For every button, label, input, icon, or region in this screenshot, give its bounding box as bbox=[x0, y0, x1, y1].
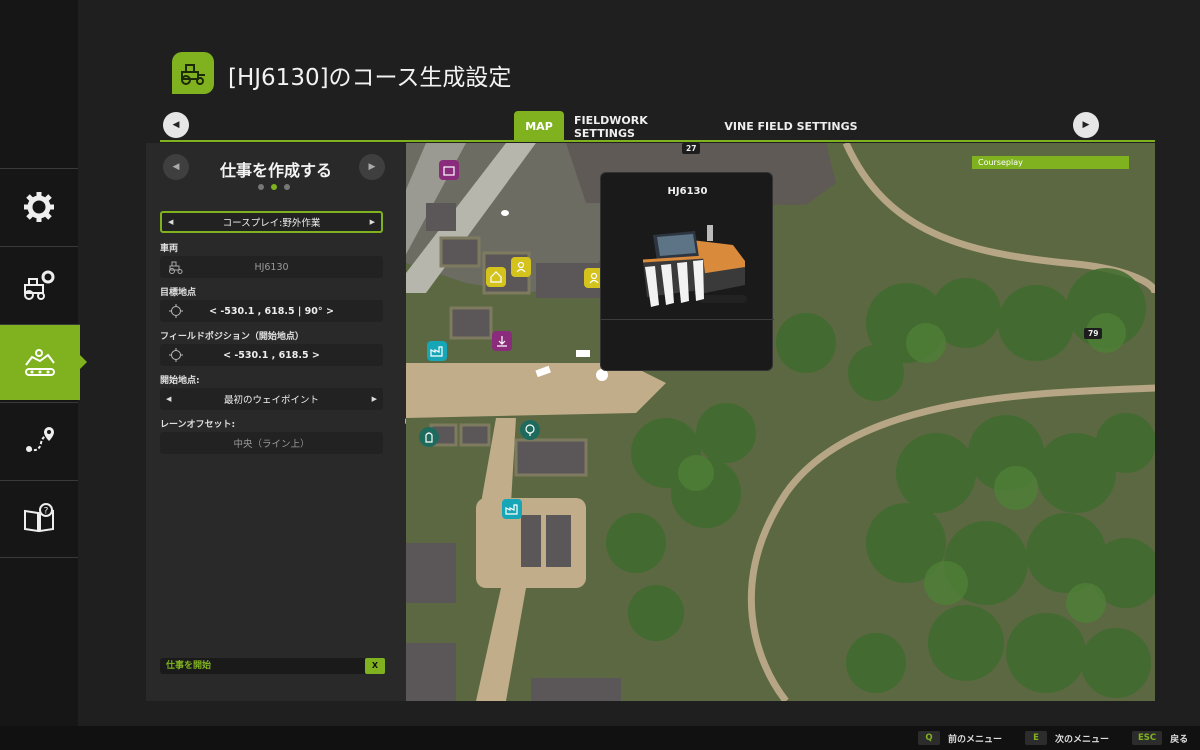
caret-right-icon[interactable]: ▶ bbox=[370, 218, 375, 226]
job-type-selector[interactable]: ◀ コースプレイ:野外作業 ▶ bbox=[160, 211, 383, 233]
hint-label: 戻る bbox=[1170, 734, 1189, 745]
key-badge: ESC bbox=[1132, 731, 1163, 745]
crosshair-icon bbox=[169, 348, 183, 362]
key-badge: E bbox=[1025, 731, 1047, 745]
vehicle-field: HJ6130 bbox=[160, 256, 383, 278]
panel-next-button[interactable]: ▶ bbox=[359, 154, 385, 180]
factory-marker-icon[interactable] bbox=[502, 499, 522, 519]
rail-item-vehicle-settings[interactable] bbox=[0, 246, 78, 322]
next-menu-hint[interactable]: E 次のメニュー bbox=[1025, 731, 1109, 745]
target-value: < -530.1 , 618.5 | 90° > bbox=[209, 305, 334, 317]
field-position-value: < -530.1 , 618.5 > bbox=[223, 349, 320, 361]
start-job-button[interactable]: 仕事を開始 X bbox=[160, 658, 385, 674]
caret-right-icon: ▶ bbox=[368, 162, 376, 172]
vehicle-info-popup: HJ6130 bbox=[600, 172, 774, 371]
svg-text:?: ? bbox=[44, 506, 49, 516]
rail-item-routes[interactable] bbox=[0, 402, 78, 478]
tractor-gear-icon bbox=[24, 270, 55, 300]
vehicle-name: HJ6130 bbox=[667, 186, 708, 197]
start-point-value: 最初のウェイポイント bbox=[223, 395, 319, 406]
tab-map[interactable]: MAP bbox=[514, 111, 564, 142]
tractor-icon bbox=[169, 261, 183, 274]
tab-vine-field-settings[interactable]: VINE FIELD SETTINGS bbox=[722, 111, 860, 142]
map-field-icon bbox=[25, 348, 55, 376]
key-badge: Q bbox=[918, 731, 940, 745]
target-label: 目標地点 bbox=[160, 288, 197, 298]
page-indicator bbox=[258, 184, 290, 190]
tractor-icon bbox=[172, 52, 214, 94]
vehicle-value: HJ6130 bbox=[254, 261, 289, 273]
caret-left-icon[interactable]: ◀ bbox=[168, 218, 173, 226]
shop-marker-icon[interactable] bbox=[439, 160, 459, 180]
caret-left-icon[interactable]: ◀ bbox=[166, 395, 171, 403]
tab-fieldwork-settings[interactable]: FIELDWORK SETTINGS bbox=[574, 111, 710, 142]
tab-bar: ◀ MAP FIELDWORK SETTINGS VINE FIELD SETT… bbox=[160, 108, 1155, 142]
page-dot-active bbox=[271, 184, 277, 190]
lane-offset-value: 中央（ライン上） bbox=[233, 439, 310, 450]
field-position-label: フィールドポジション（開始地点） bbox=[160, 332, 304, 342]
tree-marker-icon[interactable] bbox=[520, 420, 540, 440]
prev-menu-hint[interactable]: Q 前のメニュー bbox=[918, 731, 1002, 745]
start-point-selector[interactable]: ◀ 最初のウェイポイント ▶ bbox=[160, 388, 383, 410]
map-terrain bbox=[406, 143, 1155, 701]
page-dot bbox=[258, 184, 264, 190]
start-job-key: X bbox=[365, 658, 385, 674]
rail-item-course-generator[interactable] bbox=[0, 324, 87, 400]
start-job-label: 仕事を開始 bbox=[166, 661, 212, 671]
harvester-image bbox=[642, 225, 747, 307]
house-marker-icon[interactable] bbox=[486, 267, 506, 287]
left-nav-rail: ? bbox=[0, 0, 87, 726]
job-type-value: コースプレイ:野外作業 bbox=[222, 218, 321, 229]
hint-label: 前のメニュー bbox=[948, 734, 1003, 745]
person-marker-icon[interactable] bbox=[511, 257, 531, 277]
page-dot bbox=[284, 184, 290, 190]
rail-item-help[interactable]: ? bbox=[0, 480, 78, 556]
route-pin-icon bbox=[26, 426, 54, 452]
factory-marker-icon[interactable] bbox=[427, 341, 447, 361]
tab-next-button[interactable]: ▶ bbox=[1073, 112, 1099, 138]
lane-offset-label: レーンオフセット: bbox=[160, 420, 236, 430]
courseplay-label: Courseplay bbox=[972, 156, 1129, 169]
back-hint[interactable]: ESC 戻る bbox=[1132, 731, 1188, 745]
silo-marker-icon[interactable] bbox=[419, 427, 439, 447]
manual-book-icon: ? bbox=[24, 502, 54, 532]
tab-prev-button[interactable]: ◀ bbox=[163, 112, 189, 138]
footer-hint-bar: Q 前のメニュー E 次のメニュー ESC 戻る bbox=[0, 726, 1200, 750]
page-title: [HJ6130]のコース生成設定 bbox=[228, 65, 512, 91]
field-number-label: 27 bbox=[682, 143, 701, 154]
field-position-field[interactable]: < -530.1 , 618.5 > bbox=[160, 344, 383, 366]
map-view[interactable]: 27 79 Courseplay bbox=[406, 143, 1155, 701]
sell-point-marker-icon[interactable] bbox=[492, 331, 512, 351]
vehicle-label: 車両 bbox=[160, 244, 179, 254]
hint-label: 次のメニュー bbox=[1055, 734, 1110, 745]
caret-right-icon[interactable]: ▶ bbox=[372, 395, 377, 403]
caret-right-icon: ▶ bbox=[1082, 120, 1090, 130]
gear-icon bbox=[24, 191, 54, 222]
crosshair-icon bbox=[169, 304, 183, 318]
lane-offset-field: 中央（ライン上） bbox=[160, 432, 383, 454]
job-settings-panel: ◀ 仕事を作成する ▶ ◀ コースプレイ:野外作業 ▶ 車両 HJ6130 目標… bbox=[146, 143, 406, 701]
caret-left-icon: ◀ bbox=[172, 120, 180, 130]
target-position-field[interactable]: < -530.1 , 618.5 | 90° > bbox=[160, 300, 383, 322]
start-point-label: 開始地点: bbox=[160, 376, 200, 386]
field-number-label: 79 bbox=[1084, 328, 1103, 339]
rail-item-general-settings[interactable] bbox=[0, 168, 78, 244]
